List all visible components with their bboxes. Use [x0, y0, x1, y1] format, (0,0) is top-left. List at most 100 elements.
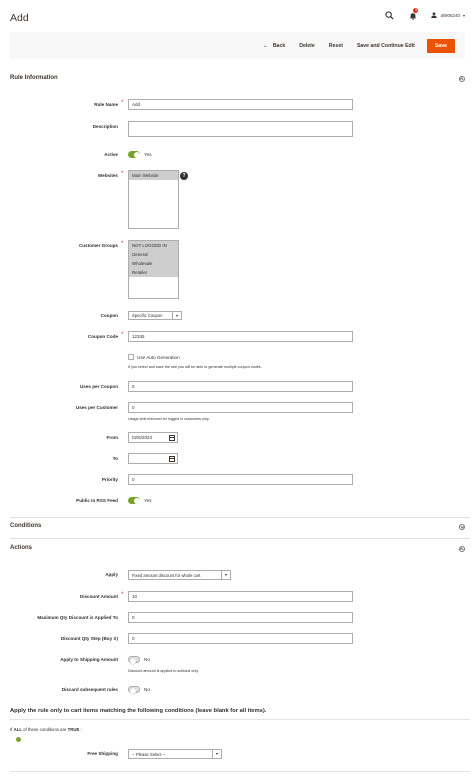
free-shipping-label: Free Shipping: [87, 751, 118, 756]
rss-feed-label: Public In RSS Feed: [76, 498, 118, 503]
discard-rules-value: No: [144, 687, 150, 692]
divider: [10, 517, 470, 518]
chevron-down-icon: ▼: [221, 571, 230, 579]
apply-value: Fixed amount discount for whole cart: [132, 572, 201, 578]
discount-amount-label: Discount Amount: [79, 594, 118, 599]
websites-multiselect[interactable]: Main Website: [128, 170, 179, 229]
rss-feed-toggle[interactable]: Yes: [128, 497, 152, 506]
delete-button[interactable]: Delete: [292, 39, 322, 53]
from-date-input[interactable]: 02/6/2023: [128, 432, 178, 443]
condition-middle: of these conditions are: [23, 727, 67, 732]
help-icon[interactable]: ?: [180, 172, 188, 180]
customer-group-option[interactable]: Wholesale: [129, 259, 178, 268]
auto-generation-checkbox-row[interactable]: Use Auto Generation: [128, 354, 180, 360]
discard-rules-toggle[interactable]: No: [128, 686, 150, 695]
coupon-label: Coupon: [100, 313, 118, 318]
add-condition-icon[interactable]: [16, 737, 21, 742]
required-asterisk: *: [121, 171, 124, 177]
apply-shipping-note: Discount amount is applied to subtotal o…: [128, 669, 199, 673]
customer-groups-label: Customer Groups: [78, 243, 118, 248]
required-asterisk: *: [121, 592, 124, 598]
apply-shipping-value: No: [144, 657, 150, 662]
aggregator-all[interactable]: ALL: [14, 727, 22, 732]
active-toggle[interactable]: Yes: [128, 151, 152, 160]
search-icon[interactable]: [385, 11, 394, 20]
to-label: To: [112, 456, 118, 461]
uses-per-customer-note: Usage limit enforced for logged in custo…: [128, 417, 210, 421]
apply-shipping-toggle[interactable]: No: [128, 656, 150, 665]
customer-group-option[interactable]: NOT LOGGED IN: [129, 241, 178, 250]
apply-shipping-label: Apply to Shipping Amount: [60, 657, 118, 662]
active-value: Yes: [144, 152, 152, 157]
auto-generation-note: If you select and save the rule you will…: [128, 365, 262, 369]
chevron-down-icon: ▼: [212, 750, 221, 758]
header-actions: 3 ali906240 ▾: [385, 8, 465, 20]
calendar-icon[interactable]: [169, 456, 175, 462]
section-title: Conditions: [10, 523, 42, 529]
from-label: From: [106, 435, 118, 440]
rule-information-header[interactable]: Rule Information: [10, 75, 470, 85]
coupon-code-input[interactable]: 12345: [128, 331, 353, 342]
page-actions-toolbar: ← Back Delete Reset Save and Continue Ed…: [10, 32, 465, 59]
notification-count-badge: 3: [413, 8, 419, 13]
required-asterisk: *: [121, 332, 124, 338]
max-qty-input[interactable]: 0: [128, 612, 353, 623]
description-textarea[interactable]: [128, 121, 353, 137]
max-qty-label: Maximum Qty Discount is Applied To: [37, 615, 118, 620]
customer-groups-multiselect[interactable]: NOT LOGGED IN General Wholesale Retailer: [128, 240, 179, 299]
auto-generation-label: Use Auto Generation: [137, 354, 180, 360]
actions-header[interactable]: Actions: [10, 545, 470, 555]
discount-amount-input[interactable]: 10: [128, 591, 353, 602]
calendar-icon[interactable]: [169, 435, 175, 441]
user-icon: [431, 12, 438, 19]
bell-icon[interactable]: 3: [408, 8, 419, 20]
from-date-value: 02/6/2023: [132, 435, 153, 440]
qty-step-input[interactable]: 0: [128, 633, 353, 644]
uses-per-coupon-label: Uses per Coupon: [79, 384, 118, 389]
priority-input[interactable]: 0: [128, 474, 353, 485]
coupon-code-label: Coupon Code: [87, 334, 118, 339]
condition-suffix: :: [80, 727, 82, 732]
page-title: Add: [10, 12, 29, 24]
rss-feed-value: Yes: [144, 498, 152, 503]
uses-per-customer-input[interactable]: 0: [128, 402, 353, 413]
condition-prefix: If: [10, 727, 13, 732]
arrow-left-icon: ←: [262, 42, 269, 49]
to-date-input[interactable]: [128, 453, 178, 464]
back-button[interactable]: ← Back: [256, 39, 292, 53]
divider: [10, 538, 470, 539]
divider: [10, 719, 470, 720]
save-and-continue-button[interactable]: Save and Continue Edit: [350, 39, 422, 53]
section-title: Actions: [10, 545, 33, 551]
condition-rule-line: If ALL of these conditions are TRUE :: [10, 727, 82, 732]
free-shipping-value: -- Please Select --: [132, 751, 166, 757]
condition-value-true[interactable]: TRUE: [68, 727, 80, 732]
rule-name-input[interactable]: Add: [128, 99, 353, 110]
expand-icon[interactable]: [459, 524, 465, 530]
customer-group-option[interactable]: Retailer: [129, 268, 178, 277]
coupon-select[interactable]: Specific Coupon ▼: [128, 311, 182, 320]
conditions-header[interactable]: Conditions: [10, 523, 470, 533]
rule-name-label: Rule Name: [94, 102, 118, 107]
priority-label: Priority: [101, 477, 118, 482]
apply-label: Apply: [105, 572, 118, 577]
user-menu[interactable]: ali906240 ▾: [431, 12, 465, 19]
reset-button[interactable]: Reset: [322, 39, 350, 53]
free-shipping-select[interactable]: -- Please Select -- ▼: [128, 749, 222, 759]
save-button[interactable]: Save: [426, 38, 455, 53]
collapse-icon[interactable]: [459, 76, 465, 82]
apply-select[interactable]: Fixed amount discount for whole cart ▼: [128, 570, 231, 580]
chevron-down-icon: ▼: [172, 312, 181, 319]
customer-group-option[interactable]: General: [129, 250, 178, 259]
required-asterisk: *: [121, 241, 124, 247]
websites-label: Websites: [97, 173, 118, 178]
uses-per-coupon-input[interactable]: 0: [128, 381, 353, 392]
coupon-value: Specific Coupon: [132, 313, 163, 318]
back-label: Back: [272, 42, 286, 49]
collapse-icon[interactable]: [459, 546, 465, 552]
uses-per-customer-label: Uses per Customer: [75, 405, 118, 410]
auto-generation-checkbox[interactable]: [128, 354, 134, 360]
website-option[interactable]: Main Website: [129, 171, 178, 180]
discard-rules-label: Discard subsequent rules: [61, 687, 118, 692]
divider: [10, 771, 470, 772]
